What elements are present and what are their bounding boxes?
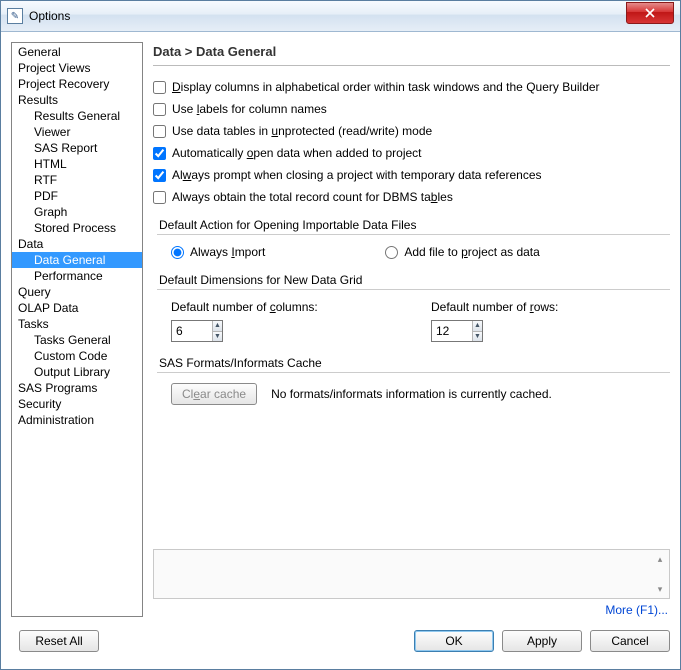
radio-add-file[interactable]	[385, 246, 398, 259]
group-default-action: Default Action for Opening Importable Da…	[153, 218, 670, 267]
lbl-default-cols: Default number of columns:	[171, 300, 371, 314]
spinner-rows[interactable]: ▲ ▼	[431, 320, 483, 342]
nav-item-project-recovery[interactable]: Project Recovery	[12, 76, 142, 92]
nav-item-administration[interactable]: Administration	[12, 412, 142, 428]
window-close-button[interactable]	[626, 2, 674, 24]
nav-item-html[interactable]: HTML	[12, 156, 142, 172]
chk-display-alpha[interactable]	[153, 81, 166, 94]
settings-panel: Data > Data General Display columns in a…	[153, 42, 670, 617]
btn-reset-all[interactable]: Reset All	[19, 630, 99, 652]
scroll-up-icon[interactable]: ▴	[653, 552, 667, 566]
nav-item-data[interactable]: Data	[12, 236, 142, 252]
more-help-link[interactable]: More (F1)...	[153, 603, 668, 617]
nav-item-tasks[interactable]: Tasks	[12, 316, 142, 332]
btn-apply[interactable]: Apply	[502, 630, 582, 652]
spinner-rows-down[interactable]: ▼	[473, 332, 482, 342]
title-divider	[153, 65, 670, 66]
btn-cancel[interactable]: Cancel	[590, 630, 670, 652]
nav-item-results-general[interactable]: Results General	[12, 108, 142, 124]
nav-item-performance[interactable]: Performance	[12, 268, 142, 284]
window-title: Options	[29, 9, 626, 23]
nav-item-rtf[interactable]: RTF	[12, 172, 142, 188]
lbl-use-labels: Use labels for column names	[172, 102, 327, 116]
radio-always-import[interactable]	[171, 246, 184, 259]
lbl-auto-open: Automatically open data when added to pr…	[172, 146, 422, 160]
chk-prompt-close[interactable]	[153, 169, 166, 182]
lbl-record-count: Always obtain the total record count for…	[172, 190, 453, 204]
cache-status-text: No formats/informats information is curr…	[271, 387, 552, 401]
chk-record-count[interactable]	[153, 191, 166, 204]
lbl-unprotected: Use data tables in unprotected (read/wri…	[172, 124, 432, 138]
nav-item-query[interactable]: Query	[12, 284, 142, 300]
radio-always-import-wrap[interactable]: Always Import	[171, 245, 265, 259]
hint-scrollbar[interactable]: ▴ ▾	[653, 552, 667, 596]
spinner-cols-up[interactable]: ▲	[213, 321, 222, 332]
nav-item-output-library[interactable]: Output Library	[12, 364, 142, 380]
nav-item-olap-data[interactable]: OLAP Data	[12, 300, 142, 316]
group-dimensions-label: Default Dimensions for New Data Grid	[159, 273, 670, 287]
btn-clear-cache[interactable]: Clear cache	[171, 383, 257, 405]
btn-ok[interactable]: OK	[414, 630, 494, 652]
hint-box: ▴ ▾	[153, 549, 670, 599]
lbl-prompt-close: Always prompt when closing a project wit…	[172, 168, 542, 182]
nav-item-graph[interactable]: Graph	[12, 204, 142, 220]
spinner-rows-up[interactable]: ▲	[473, 321, 482, 332]
spinner-cols-down[interactable]: ▼	[213, 332, 222, 342]
input-cols[interactable]	[172, 321, 212, 341]
nav-item-viewer[interactable]: Viewer	[12, 124, 142, 140]
nav-item-stored-process[interactable]: Stored Process	[12, 220, 142, 236]
close-icon	[645, 8, 655, 18]
spinner-cols[interactable]: ▲ ▼	[171, 320, 223, 342]
group-dimensions: Default Dimensions for New Data Grid Def…	[153, 273, 670, 350]
nav-item-sas-programs[interactable]: SAS Programs	[12, 380, 142, 396]
nav-item-sas-report[interactable]: SAS Report	[12, 140, 142, 156]
group-default-action-label: Default Action for Opening Importable Da…	[159, 218, 670, 232]
nav-item-tasks-general[interactable]: Tasks General	[12, 332, 142, 348]
nav-item-general[interactable]: General	[12, 44, 142, 60]
nav-item-pdf[interactable]: PDF	[12, 188, 142, 204]
radio-add-file-wrap[interactable]: Add file to project as data	[385, 245, 539, 259]
chk-unprotected[interactable]	[153, 125, 166, 138]
titlebar: ✎ Options	[1, 1, 680, 32]
group-cache: SAS Formats/Informats Cache Clear cache …	[153, 356, 670, 413]
nav-item-results[interactable]: Results	[12, 92, 142, 108]
app-icon: ✎	[7, 8, 23, 24]
chk-auto-open[interactable]	[153, 147, 166, 160]
nav-item-custom-code[interactable]: Custom Code	[12, 348, 142, 364]
chk-use-labels[interactable]	[153, 103, 166, 116]
group-cache-label: SAS Formats/Informats Cache	[159, 356, 670, 370]
lbl-default-rows: Default number of rows:	[431, 300, 631, 314]
options-dialog: ✎ Options GeneralProject ViewsProject Re…	[0, 0, 681, 670]
nav-item-security[interactable]: Security	[12, 396, 142, 412]
lbl-display-alpha: Display columns in alphabetical order wi…	[172, 80, 600, 94]
dialog-buttons: Reset All OK Apply Cancel	[1, 623, 680, 669]
page-title: Data > Data General	[153, 44, 670, 59]
category-tree[interactable]: GeneralProject ViewsProject RecoveryResu…	[11, 42, 143, 617]
nav-item-project-views[interactable]: Project Views	[12, 60, 142, 76]
nav-item-data-general[interactable]: Data General	[12, 252, 142, 268]
scroll-down-icon[interactable]: ▾	[653, 582, 667, 596]
input-rows[interactable]	[432, 321, 472, 341]
